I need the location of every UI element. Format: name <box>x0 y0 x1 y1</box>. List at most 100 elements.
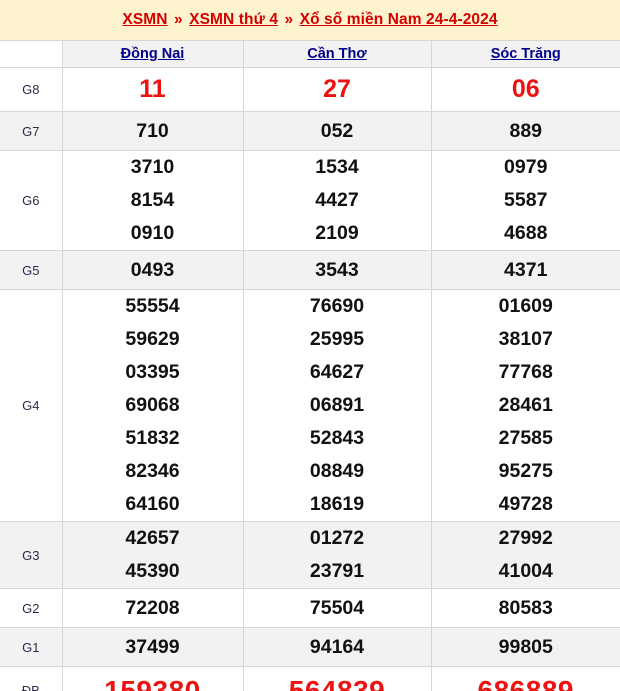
lottery-results-table: Đồng Nai Cần Thơ Sóc Trăng G8 11 27 06 G7 710… <box>0 40 620 691</box>
prize-values-g5-col2: 3543 <box>243 250 432 290</box>
prize-values-g5-col1: 0493 <box>62 250 244 290</box>
prize-values-g1-col2: 94164 <box>243 627 432 667</box>
lottery-number: 03395 <box>125 361 180 383</box>
prize-values-g2-col3: 80583 <box>431 588 620 628</box>
breadcrumb-link-2[interactable]: XSMN thứ 4 <box>189 11 278 28</box>
lottery-number-list: 1534 4427 2109 <box>244 151 431 250</box>
lottery-number: 27 <box>323 75 351 103</box>
lottery-number-list: 0979 5587 4688 <box>432 151 620 250</box>
prize-values-g8-col1: 11 <box>62 67 244 112</box>
lottery-number: 11 <box>139 75 166 103</box>
prize-values-g4-col3: 01609 38107 77768 28461 27585 95275 49728 <box>431 289 620 522</box>
table-row: G1 37499 94164 99805 <box>0 627 620 667</box>
prize-values-g8-col3: 06 <box>431 67 620 112</box>
prize-label-g8: G8 <box>0 67 63 112</box>
breadcrumb-separator-1: » <box>174 10 183 28</box>
table-row: ĐB 159380 564839 686889 <box>0 666 620 691</box>
lottery-number: 42657 <box>125 527 180 549</box>
lottery-number: 27585 <box>498 427 553 449</box>
prize-values-g2-col1: 72208 <box>62 588 244 628</box>
lottery-number: 4688 <box>504 222 548 244</box>
header-row: Đồng Nai Cần Thơ Sóc Trăng <box>0 40 620 68</box>
lottery-number: 8154 <box>130 189 175 211</box>
prize-values-đb-col3: 686889 <box>431 666 620 691</box>
lottery-results-page: XSMN » XSMN thứ 4 » Xổ số miền Nam 24-4-… <box>0 0 620 691</box>
prize-values-g7-col1: 710 <box>62 111 244 151</box>
prize-label-g1: G1 <box>0 627 63 667</box>
table-row: G4 55554 59629 03395 69068 51832 82346 64160 766… <box>0 289 620 522</box>
lottery-number: 686889 <box>477 674 574 691</box>
lottery-number: 28461 <box>498 394 553 416</box>
lottery-number: 55554 <box>125 295 180 317</box>
lottery-number: 99805 <box>498 635 553 658</box>
lottery-number: 08849 <box>309 460 365 482</box>
prize-values-g5-col3: 4371 <box>431 250 620 290</box>
province-link-2[interactable]: Cần Thơ <box>307 46 366 62</box>
prize-label-g3: G3 <box>0 521 63 589</box>
breadcrumb: XSMN » XSMN thứ 4 » Xổ số miền Nam 24-4-… <box>122 11 497 29</box>
lottery-number: 01609 <box>498 295 553 317</box>
lottery-number: 3543 <box>315 258 359 281</box>
lottery-number: 564839 <box>288 674 386 691</box>
lottery-number: 75504 <box>309 596 365 619</box>
prize-values-g6-col1: 3710 8154 0910 <box>62 150 244 251</box>
table-row: G2 72208 75504 80583 <box>0 588 620 628</box>
lottery-number: 1534 <box>315 156 359 178</box>
lottery-number: 23791 <box>309 560 365 582</box>
lottery-number: 2109 <box>315 222 359 244</box>
column-header-province-1: Đồng Nai <box>62 40 244 68</box>
prize-values-g4-col2: 76690 25995 64627 06891 52843 08849 18619 <box>243 289 432 522</box>
lottery-number: 0493 <box>130 258 175 281</box>
lottery-number: 72208 <box>125 596 180 619</box>
breadcrumb-link-0[interactable]: XSMN <box>122 11 167 28</box>
table-row: G5 0493 3543 4371 <box>0 250 620 290</box>
lottery-number: 95275 <box>498 460 553 482</box>
lottery-number-list: 27992 41004 <box>432 522 620 588</box>
prize-values-g3-col2: 01272 23791 <box>243 521 432 589</box>
breadcrumb-banner: XSMN » XSMN thứ 4 » Xổ số miền Nam 24-4-… <box>0 0 620 40</box>
lottery-number: 06891 <box>309 394 365 416</box>
prize-label-g5: G5 <box>0 250 63 290</box>
prize-values-g1-col1: 37499 <box>62 627 244 667</box>
lottery-number-list: 76690 25995 64627 06891 52843 08849 18619 <box>244 290 431 521</box>
breadcrumb-link-4[interactable]: Xổ số miền Nam 24-4-2024 <box>300 11 498 28</box>
province-link-1[interactable]: Đồng Nai <box>121 46 185 62</box>
column-header-province-3: Sóc Trăng <box>431 40 620 68</box>
prize-values-g6-col3: 0979 5587 4688 <box>431 150 620 251</box>
prize-label-g7: G7 <box>0 111 63 151</box>
lottery-number: 5587 <box>504 189 548 211</box>
lottery-number-list: 42657 45390 <box>63 522 243 588</box>
lottery-number: 37499 <box>125 635 180 658</box>
lottery-number: 94164 <box>309 635 365 658</box>
lottery-number: 59629 <box>125 328 180 350</box>
lottery-number: 52843 <box>309 427 365 449</box>
prize-values-đb-col1: 159380 <box>62 666 244 691</box>
table-row: G6 3710 8154 0910 1534 4427 2109 0979 5587 4688 <box>0 150 620 251</box>
lottery-number: 45390 <box>125 560 180 582</box>
lottery-number: 06 <box>511 75 540 103</box>
prize-values-g6-col2: 1534 4427 2109 <box>243 150 432 251</box>
lottery-number: 27992 <box>498 527 553 549</box>
lottery-number-list: 55554 59629 03395 69068 51832 82346 64160 <box>63 290 243 521</box>
lottery-number: 49728 <box>498 493 553 515</box>
lottery-number: 159380 <box>104 674 201 691</box>
prize-values-g2-col2: 75504 <box>243 588 432 628</box>
lottery-number: 69068 <box>125 394 180 416</box>
table-row: G3 42657 45390 01272 23791 27992 41004 <box>0 521 620 589</box>
lottery-number-list: 01609 38107 77768 28461 27585 95275 49728 <box>432 290 620 521</box>
prize-values-g7-col3: 889 <box>431 111 620 151</box>
prize-label-đb: ĐB <box>0 666 63 691</box>
prize-values-g1-col3: 99805 <box>431 627 620 667</box>
province-link-3[interactable]: Sóc Trăng <box>491 46 561 62</box>
prize-values-g7-col2: 052 <box>243 111 432 151</box>
lottery-number-list: 01272 23791 <box>244 522 431 588</box>
lottery-number: 77768 <box>498 361 553 383</box>
lottery-number: 82346 <box>125 460 180 482</box>
prize-label-g4: G4 <box>0 289 63 522</box>
lottery-number: 25995 <box>309 328 365 350</box>
table-row: G8 11 27 06 <box>0 67 620 112</box>
lottery-number: 889 <box>509 119 543 142</box>
lottery-number: 64160 <box>125 493 180 515</box>
lottery-number-list: 3710 8154 0910 <box>63 151 243 250</box>
lottery-number: 18619 <box>309 493 365 515</box>
